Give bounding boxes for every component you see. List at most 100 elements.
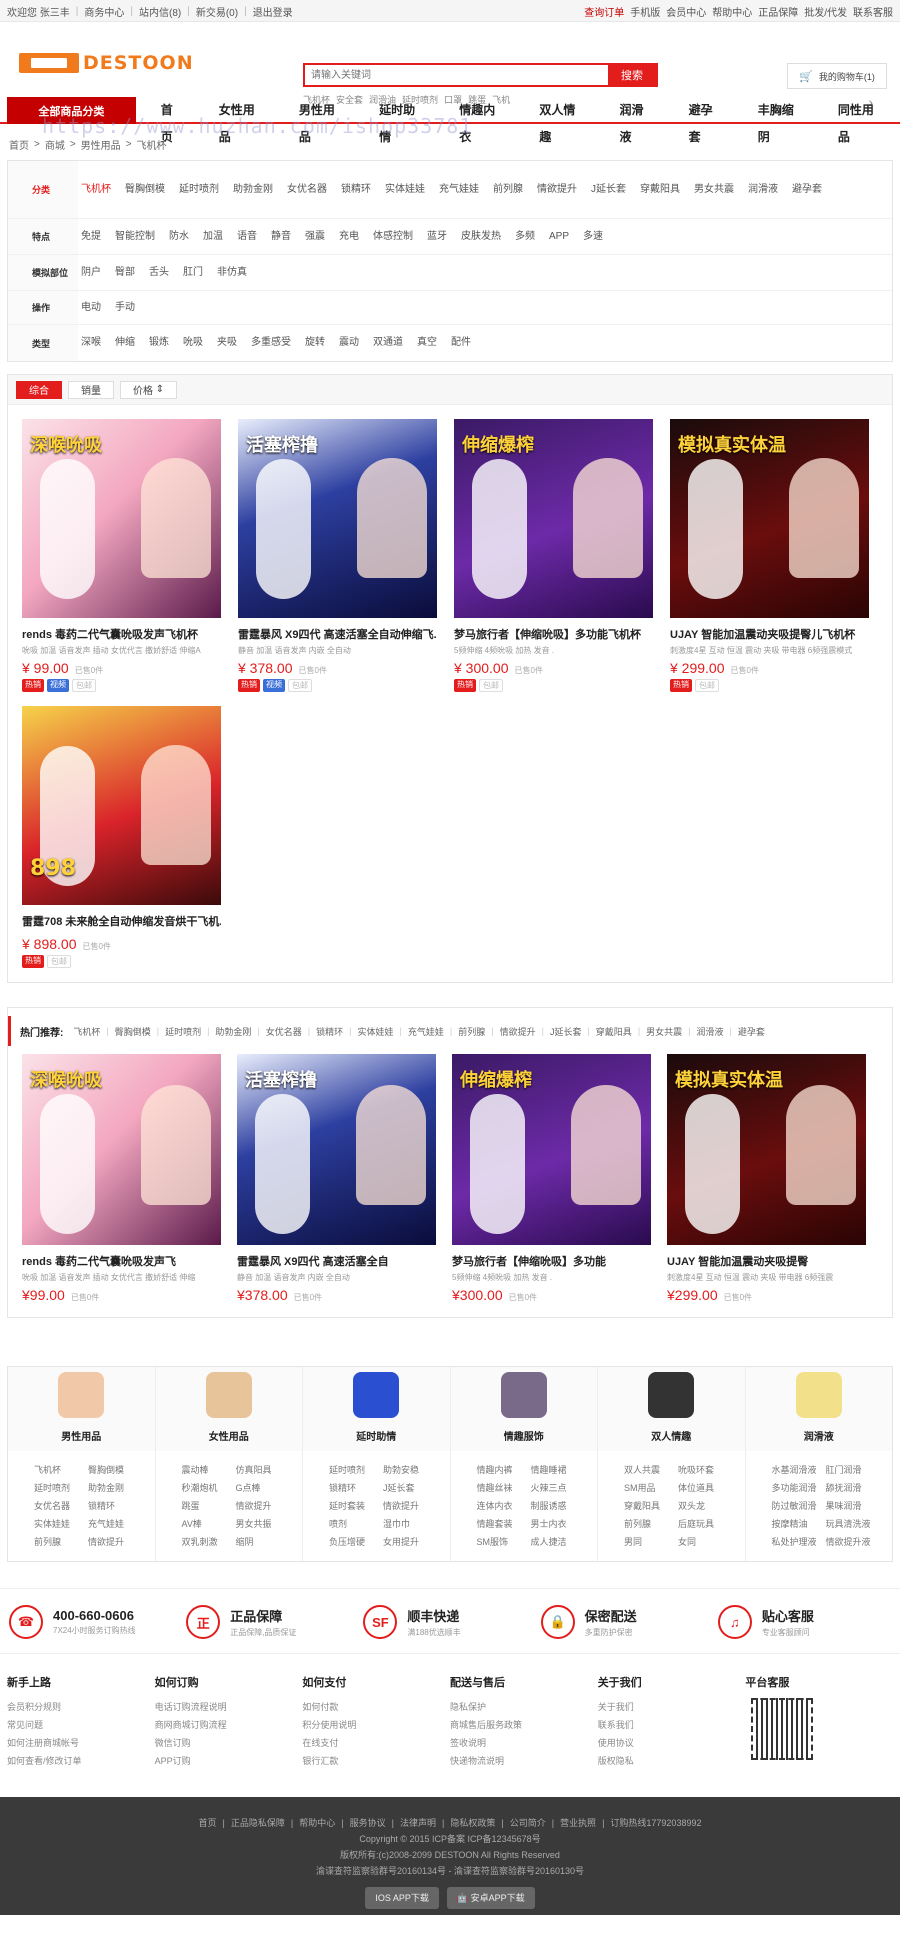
category-header[interactable]: 男性用品 bbox=[8, 1367, 155, 1451]
footer-link[interactable]: 微信订购 bbox=[155, 1734, 303, 1752]
filter-option[interactable]: 多速 bbox=[583, 228, 603, 246]
category-header[interactable]: 女性用品 bbox=[155, 1367, 302, 1451]
footer-link[interactable]: 版权隐私 bbox=[598, 1752, 746, 1770]
filter-option[interactable]: 肛门 bbox=[183, 264, 203, 282]
filter-option[interactable]: APP bbox=[549, 228, 569, 246]
nav-item[interactable]: 男性用品 bbox=[288, 97, 354, 144]
hot-product-card[interactable]: 伸缩爆榨 梦马旅行者【伸缩吮吸】多功能 5频伸缩 4频吮吸 加热 发音 . ¥300.… bbox=[452, 1054, 651, 1303]
category-link[interactable]: G点棒 bbox=[236, 1479, 290, 1497]
footer-link[interactable]: 如何付款 bbox=[302, 1698, 450, 1716]
product-image[interactable]: 898 bbox=[22, 706, 221, 905]
product-image[interactable]: 模拟真实体温 bbox=[670, 419, 869, 618]
footer-link[interactable]: 联系我们 bbox=[598, 1716, 746, 1734]
category-title[interactable]: 女性用品 bbox=[209, 1428, 249, 1443]
filter-option[interactable]: J延长套 bbox=[591, 181, 626, 199]
hot-product-card[interactable]: 活塞榨撸 雷霆暴风 X9四代 高速活塞全自 静音 加温 语音发声 内嵌 全自动 ¥37… bbox=[237, 1054, 436, 1303]
category-link[interactable]: 情趣内裤 bbox=[477, 1461, 531, 1479]
filter-option[interactable]: 臀胸倒模 bbox=[125, 181, 165, 199]
category-link[interactable]: 舔抚润滑 bbox=[826, 1479, 880, 1497]
filter-option[interactable]: 飞机杯 bbox=[81, 181, 111, 199]
hot-product-card[interactable]: 模拟真实体温 UJAY 智能加温震动夹吸提臀 刺激度4星 互动 恒温 震动 夹吸 带… bbox=[667, 1054, 866, 1303]
category-link[interactable]: 情欲提升 bbox=[383, 1497, 437, 1515]
filter-option[interactable]: 润滑液 bbox=[748, 181, 778, 199]
nav-item[interactable]: 润滑液 bbox=[608, 97, 663, 144]
category-link[interactable]: 成人捷洁 bbox=[531, 1533, 585, 1551]
product-name[interactable]: UJAY 智能加温震动夹吸提臀 bbox=[667, 1253, 866, 1269]
footer-link[interactable]: 银行汇款 bbox=[302, 1752, 450, 1770]
hot-recommend-link[interactable]: 避孕套 bbox=[738, 1025, 765, 1038]
topbar-link[interactable]: 联系客服 bbox=[853, 4, 893, 19]
footer-bottom-link[interactable]: 公司简介 bbox=[510, 1818, 546, 1828]
topbar-link[interactable]: 帮助中心 bbox=[712, 4, 752, 19]
category-link[interactable]: 多功能润滑 bbox=[772, 1479, 826, 1497]
category-link[interactable]: 锁精环 bbox=[88, 1497, 142, 1515]
footer-link[interactable]: 在线支付 bbox=[302, 1734, 450, 1752]
category-link[interactable]: 制服诱惑 bbox=[531, 1497, 585, 1515]
footer-link[interactable]: 会员积分规则 bbox=[7, 1698, 155, 1716]
sort-sales-button[interactable]: 销量 bbox=[68, 380, 114, 399]
filter-option[interactable]: 加温 bbox=[203, 228, 223, 246]
hot-recommend-link[interactable]: 穿戴阳具 bbox=[596, 1025, 632, 1038]
nav-item[interactable]: 避孕套 bbox=[678, 97, 733, 144]
filter-option[interactable]: 延时喷剂 bbox=[179, 181, 219, 199]
filter-option[interactable]: 避孕套 bbox=[792, 181, 822, 199]
hot-recommend-link[interactable]: J延长套 bbox=[550, 1025, 582, 1038]
filter-option[interactable]: 皮肤发热 bbox=[461, 228, 501, 246]
category-link[interactable]: 助勃安稳 bbox=[383, 1461, 437, 1479]
sort-comprehensive-button[interactable]: 综合 bbox=[16, 380, 62, 399]
category-header[interactable]: 延时助情 bbox=[303, 1367, 450, 1451]
category-title[interactable]: 双人情趣 bbox=[651, 1428, 691, 1443]
filter-option[interactable]: 充电 bbox=[339, 228, 359, 246]
category-link[interactable]: 玩具清洗液 bbox=[826, 1515, 880, 1533]
hot-recommend-link[interactable]: 实体娃娃 bbox=[358, 1025, 394, 1038]
category-link[interactable]: 男士内衣 bbox=[531, 1515, 585, 1533]
filter-option[interactable]: 智能控制 bbox=[115, 228, 155, 246]
nav-item[interactable]: 首页 bbox=[150, 97, 194, 144]
product-card[interactable]: 活塞榨撸 雷霆暴风 X9四代 高速活塞全自动伸缩飞... 静音 加温 语音发声 内嵌… bbox=[238, 419, 437, 692]
footer-link[interactable]: 积分使用说明 bbox=[302, 1716, 450, 1734]
category-link[interactable]: 情欲提升 bbox=[236, 1497, 290, 1515]
filter-option[interactable]: 防水 bbox=[169, 228, 189, 246]
topbar-link[interactable]: 会员中心 bbox=[666, 4, 706, 19]
product-name[interactable]: 雷霆暴风 X9四代 高速活塞全自 bbox=[237, 1253, 436, 1269]
hot-product-card[interactable]: 深喉吮吸 rends 毒药二代气囊吮吸发声飞 吮吸 加温 语音发声 插动 女优代言 … bbox=[22, 1054, 221, 1303]
category-link[interactable]: 充气娃娃 bbox=[88, 1515, 142, 1533]
category-header[interactable]: 双人情趣 bbox=[598, 1367, 745, 1451]
category-link[interactable]: 延时套装 bbox=[329, 1497, 383, 1515]
hot-recommend-link[interactable]: 臀胸倒模 bbox=[115, 1025, 151, 1038]
category-link[interactable]: 湿巾巾 bbox=[383, 1515, 437, 1533]
hot-recommend-link[interactable]: 前列腺 bbox=[458, 1025, 485, 1038]
category-link[interactable]: 双头龙 bbox=[678, 1497, 732, 1515]
filter-option[interactable]: 配件 bbox=[451, 334, 471, 352]
category-link[interactable]: 臀胸倒模 bbox=[88, 1461, 142, 1479]
category-link[interactable]: 秒潮炮机 bbox=[182, 1479, 236, 1497]
filter-option[interactable]: 语音 bbox=[237, 228, 257, 246]
nav-item[interactable]: 双人情趣 bbox=[528, 97, 594, 144]
nav-item[interactable]: 女性用品 bbox=[208, 97, 274, 144]
footer-bottom-link[interactable]: 服务协议 bbox=[350, 1818, 386, 1828]
footer-link[interactable]: 使用协议 bbox=[598, 1734, 746, 1752]
filter-option[interactable]: 充气娃娃 bbox=[439, 181, 479, 199]
category-link[interactable]: 防过敏润滑 bbox=[772, 1497, 826, 1515]
category-link[interactable]: 情趣丝袜 bbox=[477, 1479, 531, 1497]
category-link[interactable]: SM用品 bbox=[624, 1479, 678, 1497]
breadcrumb-item[interactable]: 男性用品 bbox=[81, 137, 121, 152]
category-link[interactable]: 果味润滑 bbox=[826, 1497, 880, 1515]
category-link[interactable]: 女同 bbox=[678, 1533, 732, 1551]
category-header[interactable]: 情趣服饰 bbox=[450, 1367, 597, 1451]
filter-option[interactable]: 助勃金刚 bbox=[233, 181, 273, 199]
search-button[interactable]: 搜索 bbox=[608, 65, 656, 85]
product-image[interactable]: 活塞榨撸 bbox=[238, 419, 437, 618]
filter-option[interactable]: 多频 bbox=[515, 228, 535, 246]
topbar-link[interactable]: 退出登录 bbox=[253, 4, 293, 19]
topbar-link[interactable]: 正品保障 bbox=[758, 4, 798, 19]
product-card[interactable]: 898 雷霆708 未来舱全自动伸缩发音烘干飞机... ¥ 898.00 已售0件 热销… bbox=[22, 706, 221, 968]
sort-price-button[interactable]: 价格 ⇕ bbox=[120, 380, 178, 399]
footer-link[interactable]: 快递物流说明 bbox=[450, 1752, 598, 1770]
product-name[interactable]: rends 毒药二代气囊吮吸发声飞机杯 bbox=[22, 626, 221, 642]
footer-link[interactable]: 商城售后服务政策 bbox=[450, 1716, 598, 1734]
filter-option[interactable]: 强震 bbox=[305, 228, 325, 246]
category-link[interactable]: 延时喷剂 bbox=[34, 1479, 88, 1497]
category-link[interactable]: 仿真阳具 bbox=[236, 1461, 290, 1479]
breadcrumb-item[interactable]: 飞机杯 bbox=[137, 137, 167, 152]
